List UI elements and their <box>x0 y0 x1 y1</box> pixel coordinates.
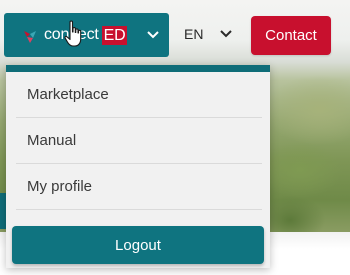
logout-button[interactable]: Logout <box>12 226 264 264</box>
chevron-down-icon <box>220 30 233 38</box>
language-label: EN <box>184 26 204 42</box>
brand-suffix-badge: ED <box>101 25 128 45</box>
account-menu-button[interactable]: connect ED <box>4 13 169 57</box>
connected-logo-icon <box>24 31 36 43</box>
language-selector[interactable]: EN <box>184 24 233 44</box>
hand-pointer-icon <box>64 20 82 47</box>
account-dropdown-menu: Marketplace Manual My profile Logout <box>6 65 270 268</box>
menu-item-my-profile[interactable]: My profile <box>16 164 262 210</box>
contact-button[interactable]: Contact <box>251 16 331 55</box>
menu-item-marketplace[interactable]: Marketplace <box>16 72 262 118</box>
chevron-down-icon[interactable] <box>146 28 160 42</box>
menu-item-manual[interactable]: Manual <box>16 118 262 164</box>
